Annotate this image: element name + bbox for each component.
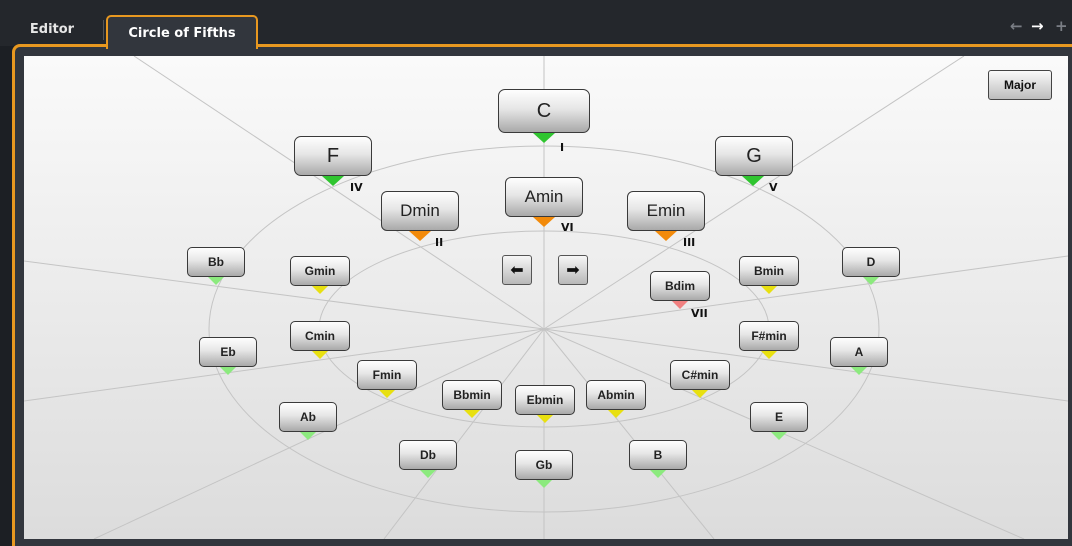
arrow-left-icon[interactable]: ← [1010,17,1023,35]
chord-indicator [464,410,480,418]
chord-indicator [533,133,555,143]
tab-bar: Editor Circle of Fifths ← → + [0,0,1072,49]
chord-indicator [672,301,688,309]
chord-button-gb[interactable]: Gb [515,450,573,480]
tab-editor[interactable]: Editor [0,12,104,46]
degree-label-ii: II [435,236,444,249]
chord-indicator [608,410,624,418]
chord-button-eb[interactable]: Eb [199,337,257,367]
degree-label-iii: III [683,236,696,249]
chord-button-dmin[interactable]: Dmin [381,191,459,231]
chord-button-e[interactable]: E [750,402,808,432]
degree-label-iv: IV [350,181,363,194]
chord-button-f[interactable]: F [294,136,372,176]
rotate-right-button[interactable]: ➡ [558,255,588,285]
rotate-left-button[interactable]: ⬅ [502,255,532,285]
mode-toggle-button[interactable]: Major [988,70,1052,100]
chord-button-bdim[interactable]: Bdim [650,271,710,301]
chord-indicator [300,432,316,440]
chord-button-bbmin[interactable]: Bbmin [442,380,502,410]
chord-button-gmin[interactable]: Gmin [290,256,350,286]
chord-button-csharp-min[interactable]: C#min [670,360,730,390]
chord-indicator [420,470,436,478]
circle-of-fifths-canvas: C I F IV G V Dmin II Amin VI Emin III ⬅ … [24,56,1068,539]
chord-indicator [409,231,431,241]
chord-button-c[interactable]: C [498,89,590,133]
chord-indicator [533,217,555,227]
arrow-right-icon: ➡ [566,262,580,279]
degree-label-vi: VI [561,221,574,234]
chord-button-db[interactable]: Db [399,440,457,470]
chord-button-fmin[interactable]: Fmin [357,360,417,390]
chord-indicator [761,286,777,294]
chord-indicator [771,432,787,440]
chord-button-bb[interactable]: Bb [187,247,245,277]
degree-label-v: V [769,181,778,194]
chord-indicator [312,351,328,359]
chord-button-cmin[interactable]: Cmin [290,321,350,351]
tab-circle-of-fifths[interactable]: Circle of Fifths [106,15,258,49]
chord-indicator [742,176,764,186]
chord-button-g[interactable]: G [715,136,793,176]
chord-indicator [536,480,552,488]
chord-indicator [655,231,677,241]
chord-indicator [851,367,867,375]
chord-indicator [650,470,666,478]
chord-button-b[interactable]: B [629,440,687,470]
chord-indicator [379,390,395,398]
chord-indicator [312,286,328,294]
chord-indicator [863,277,879,285]
chord-indicator [322,176,344,186]
chord-indicator [208,277,224,285]
chord-button-abmin[interactable]: Abmin [586,380,646,410]
chord-button-emin[interactable]: Emin [627,191,705,231]
arrow-right-icon[interactable]: → [1031,17,1044,35]
chord-indicator [761,351,777,359]
chord-indicator [537,415,553,423]
arrow-left-icon: ⬅ [510,262,524,279]
chord-button-d[interactable]: D [842,247,900,277]
chord-button-ebmin[interactable]: Ebmin [515,385,575,415]
chord-button-bmin[interactable]: Bmin [739,256,799,286]
chord-button-amin[interactable]: Amin [505,177,583,217]
plus-icon[interactable]: + [1055,17,1068,35]
degree-label-i: I [560,141,565,154]
chord-indicator [220,367,236,375]
chord-button-ab[interactable]: Ab [279,402,337,432]
chord-indicator [692,390,708,398]
degree-label-vii: VII [691,307,708,320]
chord-button-a[interactable]: A [830,337,888,367]
chord-button-fsharp-min[interactable]: F#min [739,321,799,351]
